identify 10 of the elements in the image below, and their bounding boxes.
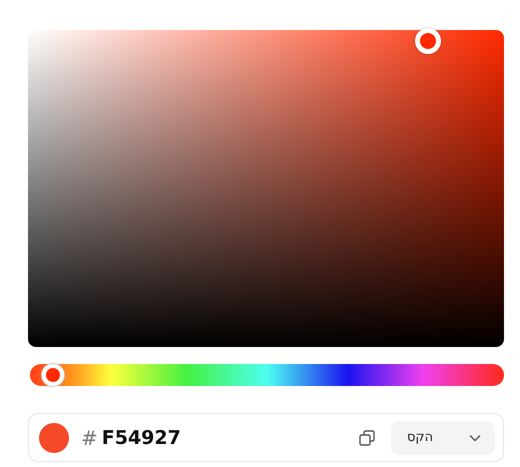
- hue-slider-handle[interactable]: [42, 364, 64, 386]
- copy-icon[interactable]: [359, 430, 375, 446]
- hex-value[interactable]: F54927: [102, 426, 359, 448]
- hue-slider[interactable]: [30, 364, 504, 386]
- color-area[interactable]: [28, 30, 504, 347]
- chevron-down-icon: [469, 434, 481, 442]
- hash-sign: #: [81, 426, 98, 450]
- color-area-handle[interactable]: [414, 28, 441, 54]
- format-dropdown[interactable]: הקס: [391, 420, 495, 454]
- color-swatch: [39, 422, 69, 452]
